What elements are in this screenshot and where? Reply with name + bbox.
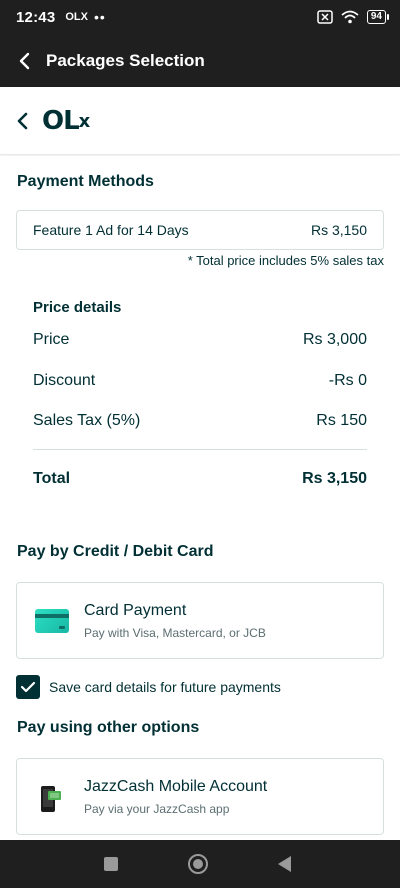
brand-header: OLx <box>0 87 400 155</box>
card-payment-subtitle: Pay with Visa, Mastercard, or JCB <box>84 626 266 640</box>
price-value: Rs 3,000 <box>302 331 367 348</box>
card-payment-title: Card Payment <box>84 602 187 619</box>
chevron-left-icon <box>19 52 30 69</box>
package-price: Rs 3,150 <box>310 222 367 238</box>
payment-content: Payment Methods Feature 1 Ad for 14 Days… <box>0 156 400 840</box>
battery-icon: 94 <box>366 10 390 24</box>
more-notifications-icon: •• <box>94 9 106 25</box>
olx-back-button[interactable] <box>2 87 42 155</box>
olx-notification-icon: OLX <box>65 11 88 23</box>
card-payment-option[interactable]: Card Payment Pay with Visa, Mastercard, … <box>16 582 384 659</box>
jazzcash-option[interactable]: JazzCash Mobile Account Pay via your Jaz… <box>16 758 384 835</box>
jazzcash-phone-icon <box>41 786 61 812</box>
status-bar: 12:43 OLX •• 94 <box>0 0 400 34</box>
price-details-title: Price details <box>33 299 122 316</box>
olx-logo: OLx <box>42 105 91 136</box>
chevron-left-icon <box>17 112 28 129</box>
package-label: Feature 1 Ad for 14 Days <box>33 222 189 238</box>
tax-note: * Total price includes 5% sales tax <box>187 253 384 268</box>
price-row: Price Rs 3,000 <box>33 331 367 349</box>
back-button[interactable] <box>2 34 46 87</box>
recents-button[interactable] <box>104 857 118 871</box>
system-nav-bar <box>0 840 400 888</box>
total-value: Rs 3,150 <box>302 470 367 487</box>
sim-off-icon <box>317 10 333 24</box>
other-options-title: Pay using other options <box>17 719 200 736</box>
status-icons: 94 <box>317 10 390 24</box>
status-time: 12:43 <box>16 8 56 26</box>
payment-methods-title: Payment Methods <box>17 173 154 190</box>
save-card-checkbox[interactable] <box>16 675 40 699</box>
price-label: Price <box>33 331 70 348</box>
jazzcash-title: JazzCash Mobile Account <box>84 778 268 795</box>
total-row: Total Rs 3,150 <box>33 470 367 488</box>
card-section-title: Pay by Credit / Debit Card <box>17 543 214 560</box>
discount-value: -Rs 0 <box>328 372 367 389</box>
olx-logo-x: x <box>78 110 91 132</box>
olx-logo-letters: OL <box>42 105 80 136</box>
discount-row: Discount -Rs 0 <box>33 372 367 390</box>
checkmark-icon <box>20 681 36 693</box>
wifi-icon <box>341 10 359 24</box>
save-card-row[interactable]: Save card details for future payments <box>16 675 281 699</box>
page-title: Packages Selection <box>46 50 205 70</box>
app-bar: Packages Selection <box>0 34 400 87</box>
discount-label: Discount <box>33 372 96 389</box>
sales-tax-label: Sales Tax (5%) <box>33 412 141 429</box>
sales-tax-row: Sales Tax (5%) Rs 150 <box>33 412 367 430</box>
sales-tax-value: Rs 150 <box>316 412 367 429</box>
jazzcash-subtitle: Pay via your JazzCash app <box>84 802 230 816</box>
save-card-label: Save card details for future payments <box>49 679 281 695</box>
credit-card-icon <box>35 609 69 633</box>
divider <box>33 449 367 450</box>
system-back-button[interactable] <box>278 856 291 872</box>
total-label: Total <box>33 470 71 487</box>
selected-package: Feature 1 Ad for 14 Days Rs 3,150 <box>16 210 384 250</box>
home-button[interactable] <box>188 854 208 874</box>
